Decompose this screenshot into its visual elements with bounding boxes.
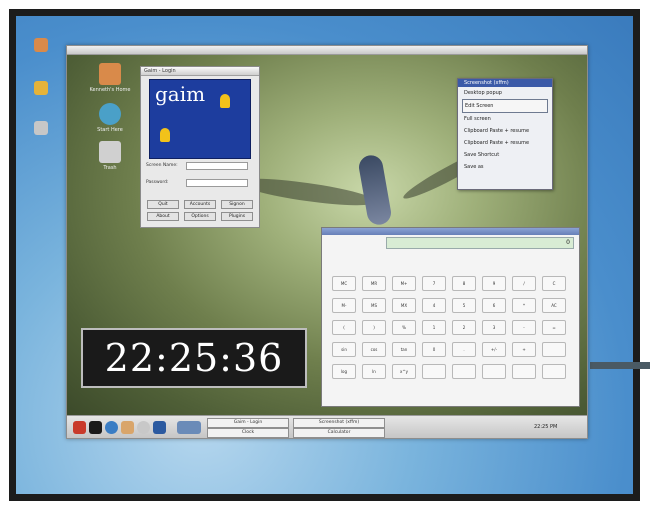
calculator-key[interactable]: 2 bbox=[452, 320, 476, 335]
task-button[interactable]: Screenshot (xffm) bbox=[293, 418, 385, 428]
menu-item[interactable]: Desktop popup bbox=[458, 87, 552, 99]
files-icon[interactable] bbox=[153, 421, 166, 434]
taskbar: Gaim - Login Clock Screenshot (xffm) Cal… bbox=[67, 415, 587, 438]
clock-time: 22:25:36 bbox=[104, 336, 284, 380]
calculator-key[interactable]: +/- bbox=[482, 342, 506, 357]
calculator-key[interactable]: MS bbox=[362, 298, 386, 313]
gaim-logo: gaim bbox=[149, 79, 251, 159]
task-button[interactable]: Calculator bbox=[293, 428, 385, 438]
calculator-key[interactable]: 9 bbox=[482, 276, 506, 291]
password-label: Password: bbox=[146, 180, 169, 185]
outer-desktop-icon[interactable] bbox=[34, 38, 48, 52]
calculator-key[interactable] bbox=[482, 364, 506, 379]
dragonfly-body bbox=[357, 153, 393, 227]
calculator-key[interactable] bbox=[542, 364, 566, 379]
plugins-button[interactable]: Plugins bbox=[221, 212, 253, 221]
gaim-runner-icon bbox=[220, 94, 230, 108]
screen-titlebar[interactable] bbox=[67, 46, 587, 55]
about-button[interactable]: About bbox=[147, 212, 179, 221]
calculator-key[interactable]: MX bbox=[392, 298, 416, 313]
calculator-window: 0 MC MR M+ 7 8 9 / C M- MS MX 4 5 6 * AC ()% 1 2 3- = sin cos t… bbox=[321, 227, 580, 407]
screen-name-label: Screen Name: bbox=[146, 163, 178, 168]
clock-window: 22:25:36 bbox=[81, 328, 307, 388]
calculator-key[interactable]: = bbox=[542, 320, 566, 335]
calculator-key[interactable]: / bbox=[512, 276, 536, 291]
calculator-key[interactable]: MR bbox=[362, 276, 386, 291]
calculator-key[interactable]: 5 bbox=[452, 298, 476, 313]
calculator-key[interactable]: cos bbox=[362, 342, 386, 357]
calculator-key[interactable]: 8 bbox=[452, 276, 476, 291]
chat-icon[interactable] bbox=[121, 421, 134, 434]
start-here-icon bbox=[99, 103, 121, 125]
calculator-key[interactable]: ) bbox=[362, 320, 386, 335]
gaim-login-window: Gaim - Login gaim Screen Name: Password:… bbox=[140, 66, 260, 228]
task-button[interactable]: Gaim - Login bbox=[207, 418, 289, 428]
calculator-key[interactable]: 1 bbox=[422, 320, 446, 335]
menu-item[interactable]: Save as bbox=[458, 161, 552, 173]
calculator-key[interactable]: AC bbox=[542, 298, 566, 313]
menu-item-selected[interactable]: Edit Screen bbox=[462, 99, 548, 113]
menu-item[interactable]: Full screen bbox=[458, 113, 552, 125]
calculator-key[interactable]: 6 bbox=[482, 298, 506, 313]
calculator-key[interactable]: sin bbox=[332, 342, 356, 357]
screen-name-field[interactable] bbox=[186, 162, 248, 170]
calculator-key[interactable]: 7 bbox=[422, 276, 446, 291]
accounts-button[interactable]: Accounts bbox=[184, 200, 216, 209]
calculator-key[interactable]: ln bbox=[362, 364, 386, 379]
pager-icon[interactable] bbox=[177, 421, 201, 434]
menu-item[interactable]: Clipboard Paste + resume bbox=[458, 125, 552, 137]
desktop-icon-start-here[interactable]: Start Here bbox=[80, 103, 140, 133]
calculator-key[interactable]: 4 bbox=[422, 298, 446, 313]
calculator-key[interactable]: log bbox=[332, 364, 356, 379]
signon-button[interactable]: Signon bbox=[221, 200, 253, 209]
context-menu: Screenshot (xffm) Desktop popup Edit Scr… bbox=[457, 78, 553, 190]
calculator-key[interactable]: MC bbox=[332, 276, 356, 291]
calculator-key[interactable] bbox=[542, 342, 566, 357]
desktop-icon-home[interactable]: Kenneth's Home bbox=[80, 63, 140, 93]
calculator-key[interactable]: M- bbox=[332, 298, 356, 313]
gaim-runner-icon bbox=[160, 128, 170, 142]
calculator-key[interactable]: M+ bbox=[392, 276, 416, 291]
desktop-icon-trash[interactable]: Trash bbox=[80, 141, 140, 171]
calculator-display: 0 bbox=[386, 237, 574, 249]
virtual-screen-window: Kenneth's Home Start Here Trash Gaim - L… bbox=[66, 45, 588, 439]
password-field[interactable] bbox=[186, 179, 248, 187]
search-icon[interactable] bbox=[137, 421, 150, 434]
task-button[interactable]: Clock bbox=[207, 428, 289, 438]
inner-desktop: Kenneth's Home Start Here Trash Gaim - L… bbox=[67, 55, 587, 415]
calculator-key[interactable]: 0 bbox=[422, 342, 446, 357]
taskbar-clock: 22:25 PM bbox=[534, 424, 558, 430]
calculator-key[interactable] bbox=[422, 364, 446, 379]
calculator-key[interactable]: C bbox=[542, 276, 566, 291]
home-folder-icon bbox=[99, 63, 121, 85]
gaim-window-title[interactable]: Gaim - Login bbox=[141, 67, 259, 76]
calculator-key[interactable]: . bbox=[452, 342, 476, 357]
terminal-icon[interactable] bbox=[89, 421, 102, 434]
outer-desktop-icon[interactable] bbox=[34, 81, 48, 95]
quit-button[interactable]: Quit bbox=[147, 200, 179, 209]
calculator-key[interactable]: tan bbox=[392, 342, 416, 357]
trash-icon bbox=[99, 141, 121, 163]
options-button[interactable]: Options bbox=[184, 212, 216, 221]
calculator-key[interactable]: ( bbox=[332, 320, 356, 335]
calculator-key[interactable]: - bbox=[512, 320, 536, 335]
outer-desktop-icon[interactable] bbox=[34, 121, 48, 135]
monitor-edge bbox=[590, 362, 650, 369]
calculator-key[interactable]: * bbox=[512, 298, 536, 313]
app-menu-icon[interactable] bbox=[73, 421, 86, 434]
calculator-display-value: 0 bbox=[566, 239, 570, 246]
calculator-key[interactable]: + bbox=[512, 342, 536, 357]
calculator-key[interactable] bbox=[512, 364, 536, 379]
gaim-logo-text: gaim bbox=[155, 82, 206, 106]
globe-icon[interactable] bbox=[105, 421, 118, 434]
calculator-key[interactable]: % bbox=[392, 320, 416, 335]
calculator-key[interactable]: 3 bbox=[482, 320, 506, 335]
menu-title: Screenshot (xffm) bbox=[458, 79, 552, 87]
calculator-key[interactable]: x^y bbox=[392, 364, 416, 379]
calculator-key[interactable] bbox=[452, 364, 476, 379]
menu-item[interactable]: Save Shortcut bbox=[458, 149, 552, 161]
menu-item[interactable]: Clipboard Paste + resume bbox=[458, 137, 552, 149]
calculator-titlebar[interactable] bbox=[322, 228, 579, 235]
